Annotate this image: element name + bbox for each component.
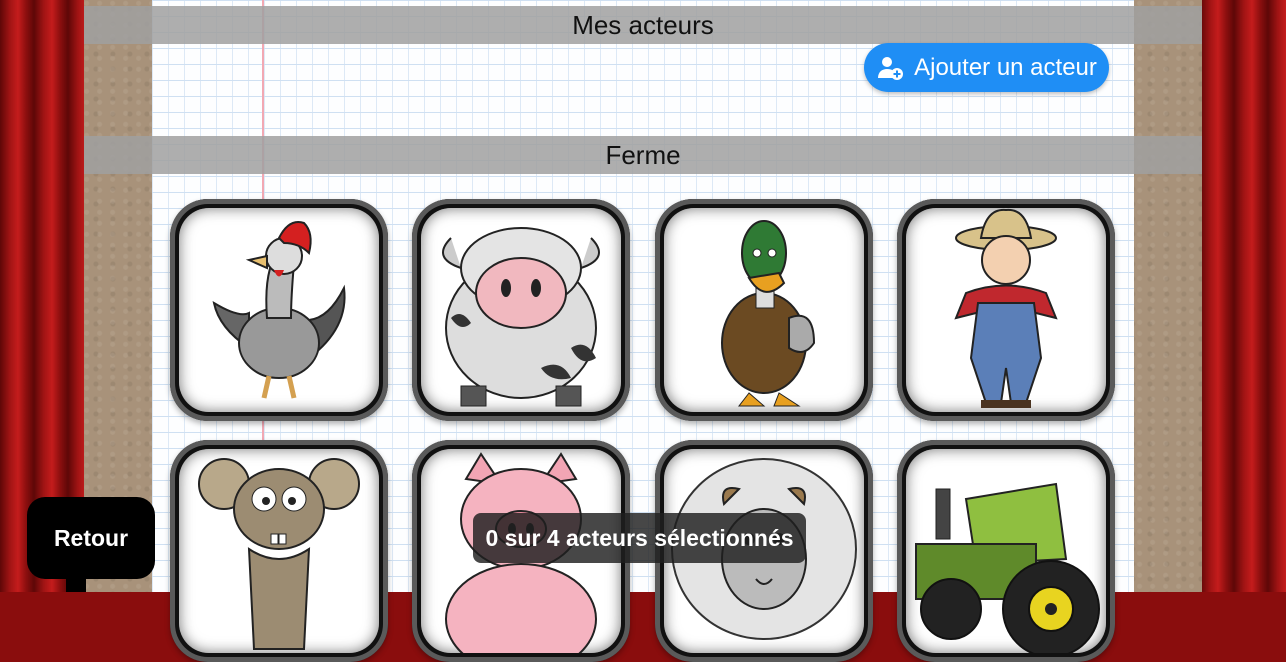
cow-illustration [442, 227, 600, 407]
rooster-illustration [212, 221, 346, 399]
stage-curtain-right [1200, 0, 1286, 592]
add-actor-label: Ajouter un acteur [914, 53, 1097, 81]
mouse-illustration [198, 458, 360, 650]
farmer-illustration [954, 208, 1058, 408]
actor-tile-farmer[interactable] [897, 199, 1115, 421]
section-title: Mes acteurs [572, 9, 714, 40]
actor-tile-tractor[interactable] [897, 440, 1115, 662]
actor-tile-rooster[interactable] [170, 199, 388, 421]
actor-tile-cow[interactable] [412, 199, 630, 421]
tractor-illustration [915, 482, 1100, 653]
back-button-label: Retour [53, 524, 129, 551]
duck-illustration [721, 220, 816, 407]
add-actor-button[interactable]: Ajouter un acteur [864, 43, 1109, 92]
add-user-icon [878, 56, 904, 80]
back-button-stem [66, 578, 86, 592]
actor-tile-duck[interactable] [655, 199, 873, 421]
selection-status-toast: 0 sur 4 acteurs sélectionnés [473, 513, 806, 563]
section-header-my-actors: Mes acteurs [84, 6, 1202, 44]
section-title: Ferme [605, 139, 681, 170]
actor-tile-mouse[interactable] [170, 440, 388, 662]
selection-status-text: 0 sur 4 acteurs sélectionnés [485, 524, 794, 551]
back-button[interactable]: Retour [27, 497, 155, 579]
section-header-farm: Ferme [84, 136, 1202, 174]
